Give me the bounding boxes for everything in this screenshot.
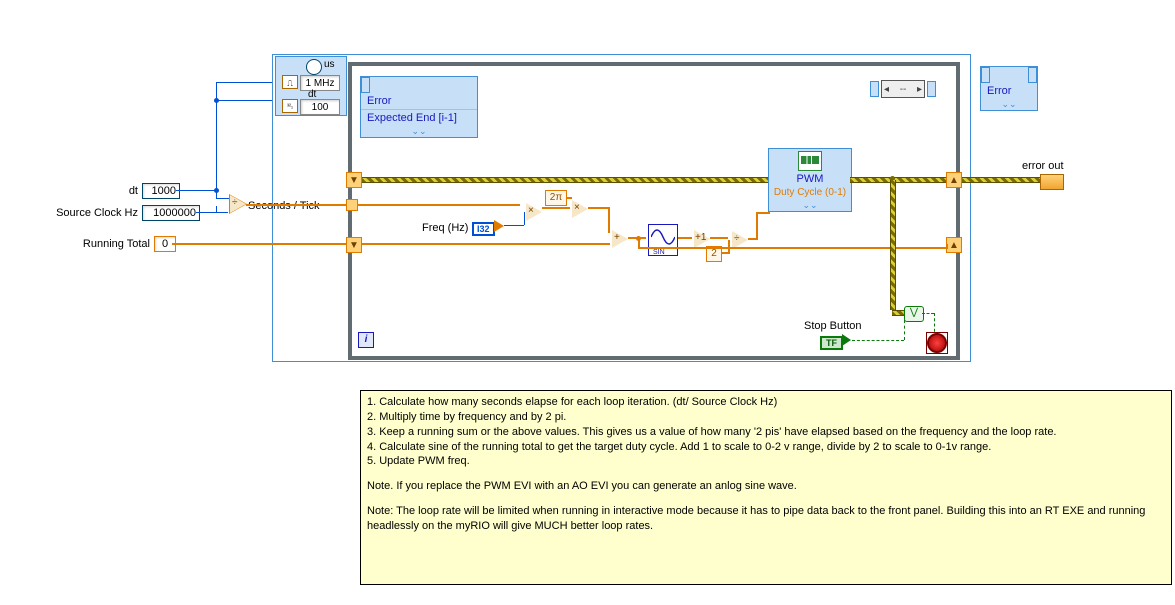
tunnel-merge-icon <box>981 67 990 83</box>
block-diagram-comment: 1. Calculate how many seconds elapse for… <box>360 390 1172 585</box>
dt-label: dt <box>108 185 138 197</box>
stop-button-label: Stop Button <box>804 320 862 332</box>
right-outer-node-error[interactable]: Error <box>981 83 1037 99</box>
clock-source-terminal[interactable]: ⎍ <box>282 75 298 89</box>
tunnel-merge-icon <box>870 81 879 97</box>
time-unit: us <box>324 59 335 70</box>
freq-control[interactable]: I32 <box>472 220 504 236</box>
pwm-duty-cycle-terminal[interactable]: Duty Cycle (0-1) <box>769 185 851 200</box>
multiply-op-1[interactable]: × <box>526 203 542 221</box>
expand-down-icon[interactable]: ⌄⌄ <box>981 99 1037 110</box>
source-clock-control[interactable]: 1000000 <box>142 205 200 221</box>
note-extra-2: Note: The loop rate will be limited when… <box>367 504 1165 534</box>
stop-button-control[interactable]: TF <box>820 334 851 350</box>
case-selector[interactable]: ◂ -- ▸ <box>881 80 925 98</box>
shift-register-error-left[interactable]: ▼ <box>346 172 362 188</box>
shift-register-left[interactable]: ▼ <box>346 237 362 253</box>
source-clock-label: Source Clock Hz <box>48 207 138 219</box>
left-node-expected-end[interactable]: Expected End [i-1] <box>361 109 477 126</box>
right-inner-node[interactable]: ◂ -- ▸ <box>870 80 936 98</box>
running-total-label: Running Total <box>72 238 150 250</box>
add-op[interactable]: + <box>612 230 628 248</box>
dt-terminal[interactable]: ³²₁ <box>282 99 298 113</box>
left-data-node[interactable]: Error Expected End [i-1] ⌄⌄ <box>360 76 478 138</box>
expand-down-icon[interactable]: ⌄⌄ <box>361 126 477 137</box>
selector-right-icon[interactable]: ▸ <box>917 84 922 95</box>
tunnel-merge-icon <box>927 81 936 97</box>
note-line-5: 5. Update PWM freq. <box>367 454 1165 469</box>
dt-config-value[interactable]: 100 <box>300 99 340 115</box>
note-extra-1: Note. If you replace the PWM EVI with an… <box>367 479 1165 494</box>
note-line-2: 2. Multiply time by frequency and by 2 p… <box>367 410 1165 425</box>
sine-function[interactable]: SIN <box>648 224 678 256</box>
seconds-per-tick-label: Seconds / Tick <box>248 200 320 212</box>
left-node-error[interactable]: Error <box>361 93 477 109</box>
timed-loop-config[interactable]: us ⎍ 1 MHz dt ³²₁ 100 <box>275 56 347 116</box>
shift-register-right[interactable]: ▲ <box>946 237 962 253</box>
clock-icon <box>306 59 322 75</box>
tunnel-seconds <box>346 199 358 211</box>
two-pi-constant[interactable]: 2π <box>545 190 567 206</box>
tunnel-merge-icon <box>361 77 370 93</box>
selector-value: -- <box>889 84 917 95</box>
tunnel-merge-icon <box>1028 67 1037 83</box>
note-line-4: 4. Calculate sine of the running total t… <box>367 440 1165 455</box>
stop-icon <box>927 333 947 353</box>
clock-source-value[interactable]: 1 MHz <box>300 75 340 91</box>
pwm-express-vi[interactable]: PWM Duty Cycle (0-1) ⌄⌄ <box>768 148 852 212</box>
pwm-name: PWM <box>769 173 851 185</box>
right-outer-node[interactable]: Error ⌄⌄ <box>980 66 1038 111</box>
or-stop-node[interactable]: ⋁ <box>904 306 924 322</box>
error-out-indicator[interactable] <box>1040 174 1064 193</box>
shift-register-error-right[interactable]: ▲ <box>946 172 962 188</box>
note-line-1: 1. Calculate how many seconds elapse for… <box>367 395 1165 410</box>
freq-label: Freq (Hz) <box>422 222 468 234</box>
expand-down-icon[interactable]: ⌄⌄ <box>769 200 851 211</box>
loop-stop-terminal[interactable] <box>926 332 948 354</box>
pwm-icon <box>798 151 822 171</box>
error-out-label: error out <box>1022 160 1064 172</box>
note-line-3: 3. Keep a running sum or the above value… <box>367 425 1165 440</box>
divide-op[interactable]: ÷ <box>230 195 246 213</box>
multiply-op-2[interactable]: × <box>572 200 588 218</box>
dt-control[interactable]: 1000 <box>142 183 180 199</box>
iteration-terminal[interactable]: i <box>358 332 374 348</box>
